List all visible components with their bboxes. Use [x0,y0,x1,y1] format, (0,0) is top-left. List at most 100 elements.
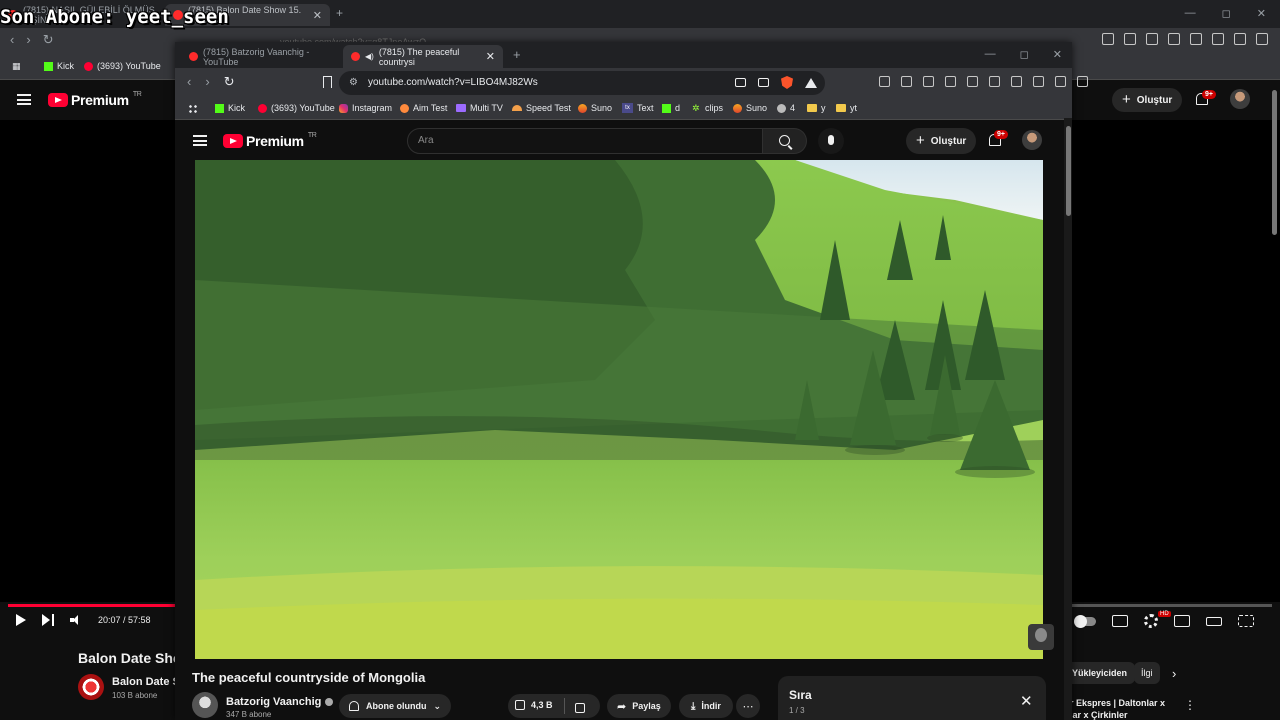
back-arrow-icon[interactable]: ‹ [10,32,14,48]
brave-shields-icon[interactable] [781,76,793,89]
bookmark-suno-2[interactable]: Suno [733,103,767,113]
apps-grid-icon[interactable] [188,104,198,114]
avatar[interactable] [1230,89,1250,109]
hamburger-menu-icon[interactable] [17,94,31,105]
close-window-icon[interactable]: ✕ [1257,7,1266,20]
extension-icon[interactable] [1055,76,1066,87]
bookmark-speed-test[interactable]: Speed Test [512,103,571,113]
minimize-icon[interactable]: — [985,48,996,61]
autoplay-toggle[interactable] [1074,614,1096,628]
miniplayer-icon[interactable] [1174,615,1190,627]
extension-icon[interactable] [1234,33,1246,45]
close-window-icon[interactable]: ✕ [1053,48,1062,61]
back-channel-avatar[interactable] [78,674,104,700]
close-queue-icon[interactable]: ✕ [1020,692,1033,710]
extension-icon[interactable] [1212,33,1224,45]
volume-icon[interactable] [70,615,82,625]
reload-icon[interactable]: ↻ [43,32,54,48]
voice-search-button[interactable] [818,128,844,154]
extension-icon[interactable] [1033,76,1044,87]
extension-icon[interactable] [945,76,956,87]
video-player[interactable] [195,160,1043,659]
site-info-icon[interactable]: ⚙ [349,77,358,88]
more-actions-button[interactable]: ⋯ [736,694,760,718]
maximize-icon[interactable]: ◻ [1020,48,1029,61]
url-text[interactable]: youtube.com/watch?v=LIBO4MJ82Ws [368,77,538,88]
search-button[interactable] [763,128,807,154]
extension-icon[interactable] [1011,76,1022,87]
avatar[interactable] [1022,130,1042,150]
bookmark-multi-tv[interactable]: Multi TV [456,103,503,113]
extension-icon[interactable] [967,76,978,87]
extension-icon[interactable] [923,76,934,87]
bookmark-youtube[interactable]: (3693) YouTube [84,61,161,71]
bookmark-clips[interactable]: ✲ clips [692,103,723,113]
front-tab-2[interactable]: ◀) (7815) The peaceful countrysi ✕ [343,45,503,68]
menu-icon[interactable] [1077,76,1088,87]
chevron-right-icon[interactable]: › [1172,666,1176,681]
extension-icon[interactable] [1190,33,1202,45]
bookmark-folder-y[interactable]: y [807,103,826,113]
forward-arrow-icon[interactable]: › [205,74,209,90]
extension-icon[interactable] [901,76,912,87]
front-scrollbar-thumb[interactable] [1066,126,1071,216]
bookmark-youtube[interactable]: (3693) YouTube [258,103,335,113]
new-tab-button[interactable]: + [513,47,521,62]
close-tab-icon[interactable]: ✕ [313,9,322,22]
brave-rewards-icon[interactable] [805,77,817,88]
maximize-icon[interactable]: ◻ [1222,7,1231,20]
minimize-icon[interactable]: — [1185,7,1196,20]
settings-gear-icon[interactable] [1144,614,1158,628]
front-tab-1[interactable]: (7815) Batzorig Vaanchig - YouTube [181,45,341,68]
youtube-premium-logo[interactable]: Premium TR [223,132,317,149]
hamburger-menu-icon[interactable] [193,135,207,146]
chip-from-uploader[interactable]: Yükleyiciden [1064,662,1136,684]
bookmark-d[interactable]: d [662,103,680,113]
bookmark-4[interactable]: 4 [777,103,795,113]
bookmark-text[interactable]: tx Text [622,103,654,113]
more-options-icon[interactable]: ⋮ [1184,698,1196,712]
play-icon[interactable] [16,614,26,626]
bookmark-page-icon[interactable] [323,76,332,88]
channel-avatar[interactable] [192,692,218,718]
subtitles-icon[interactable] [1112,615,1128,627]
share-page-icon[interactable] [758,78,769,87]
menu-icon[interactable] [1256,33,1268,45]
bookmark-folder-yt[interactable]: yt [836,103,857,113]
channel-name[interactable]: Batzorig Vaanchig [226,696,334,708]
back-arrow-icon[interactable]: ‹ [187,74,191,90]
bookmark-suno[interactable]: Suno [578,103,612,113]
bookmark-aim-test[interactable]: Aim Test [400,103,447,113]
download-button[interactable]: ⤓ İndir [679,694,733,718]
subscribed-button[interactable]: Abone olundu ⌄ [339,694,452,718]
search-input[interactable] [407,128,763,154]
reload-icon[interactable]: ↻ [224,74,235,90]
create-button[interactable]: + Oluştur [1112,88,1183,112]
dislike-button[interactable] [575,700,585,718]
fullscreen-icon[interactable] [1238,615,1254,627]
forward-arrow-icon[interactable]: › [26,32,30,48]
bookmark-kick[interactable]: Kick [215,103,245,113]
bookmark-kick[interactable]: Kick [44,61,74,71]
extension-icon[interactable] [1102,33,1114,45]
theater-mode-icon[interactable] [1206,616,1222,626]
create-button[interactable]: + Oluştur [906,128,977,154]
audio-playing-icon[interactable]: ◀) [365,52,374,61]
related-video-title[interactable]: r Ekspres | Daltonlar x lar x Çirkinler [1070,697,1165,720]
back-scrollbar[interactable] [1272,90,1277,235]
chip-related[interactable]: İlgi [1134,662,1160,684]
next-icon[interactable] [42,614,54,626]
apps-icon[interactable]: ▦ [12,61,21,72]
share-button[interactable]: ➦ Paylaş [607,694,671,718]
like-button[interactable]: 4,3 B [515,700,553,710]
bookmark-instagram[interactable]: Instagram [339,103,392,113]
extension-icon[interactable] [989,76,1000,87]
extension-icon[interactable] [1124,33,1136,45]
close-tab-icon[interactable]: ✕ [486,50,495,63]
youtube-premium-logo[interactable]: Premium TR [48,91,142,108]
cast-icon[interactable] [735,78,746,87]
new-tab-button[interactable]: + [336,6,343,20]
extension-icon[interactable] [1168,33,1180,45]
extension-icon[interactable] [879,76,890,87]
extension-icon[interactable] [1146,33,1158,45]
